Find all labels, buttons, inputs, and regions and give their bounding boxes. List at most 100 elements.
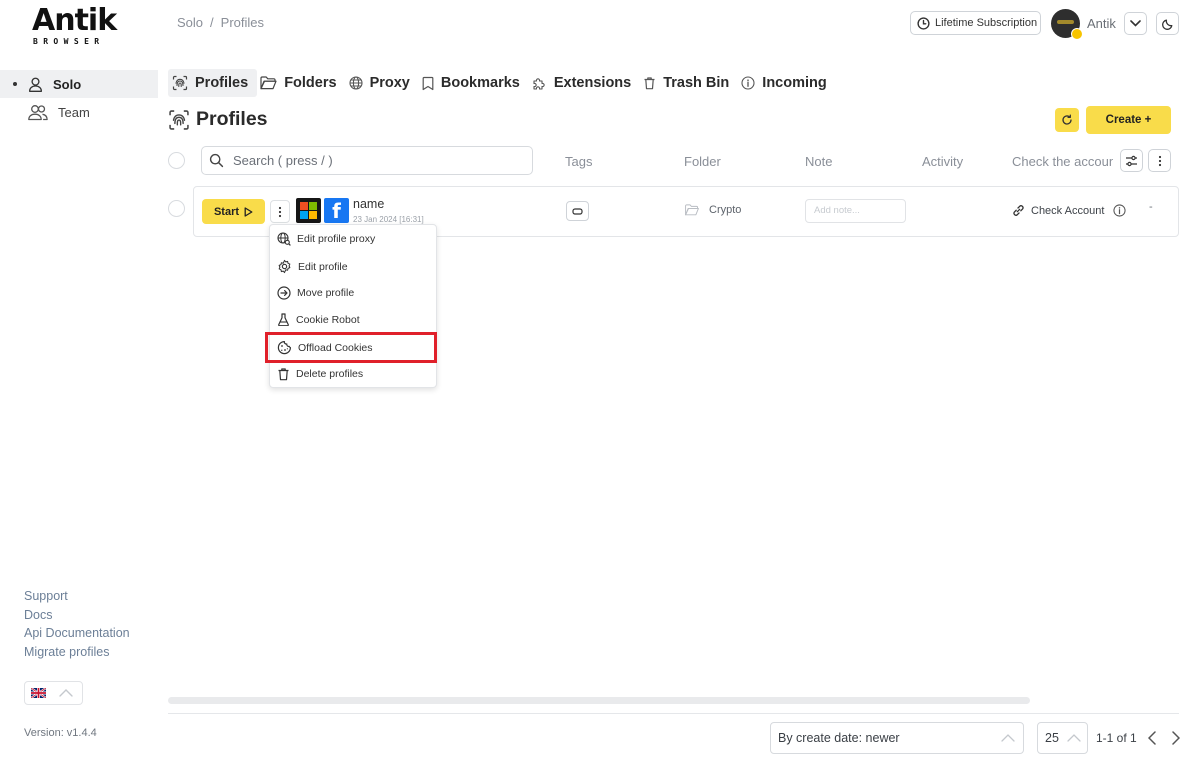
horizontal-scrollbar[interactable] (168, 697, 1030, 704)
clock-icon (917, 16, 930, 30)
menu-item-label: Move profile (297, 287, 355, 299)
profile-folder[interactable]: Crypto (684, 204, 741, 216)
menu-item-label: Edit profile (298, 260, 348, 273)
refresh-button[interactable] (1055, 108, 1079, 132)
migrate-profiles-link[interactable]: Migrate profiles (24, 643, 130, 662)
app-logo[interactable]: Antik BROWSER (32, 6, 127, 47)
highlight-annotation (265, 332, 437, 363)
column-settings-button[interactable] (1120, 149, 1143, 172)
tab-label: Profiles (195, 75, 249, 91)
column-activity: Activity (922, 154, 964, 169)
search-input[interactable]: Search ( press / ) (201, 146, 533, 175)
tab-label: Bookmarks (440, 75, 520, 91)
fingerprint-icon (168, 109, 190, 131)
next-page-button[interactable] (1169, 729, 1183, 747)
column-folder: Folder (684, 154, 721, 169)
table-more-button[interactable] (1148, 149, 1171, 172)
fingerprint-icon (172, 75, 188, 91)
sliders-icon (1125, 155, 1138, 167)
tab-label: Trash Bin (663, 75, 730, 91)
profile-created-date: 23 Jan 2024 [16:31] (353, 215, 424, 224)
link-icon (1012, 204, 1025, 217)
tab-proxy[interactable]: Proxy (346, 69, 419, 97)
bookmark-icon (422, 76, 434, 91)
row-checkbox[interactable] (168, 200, 185, 217)
sidebar-item-solo[interactable]: Solo (0, 70, 158, 98)
tab-label: Extensions (553, 75, 632, 91)
tab-label: Incoming (762, 75, 827, 91)
row-actions-button[interactable] (270, 200, 290, 223)
active-dot (13, 82, 17, 86)
add-tag-button[interactable] (566, 201, 589, 221)
menu-item-edit-profile[interactable]: Edit profile (277, 259, 348, 274)
sidebar-item-label: Team (58, 104, 90, 120)
note-input[interactable]: Add note... (805, 199, 906, 223)
tab-incoming[interactable]: Incoming (738, 69, 835, 97)
puzzle-icon (532, 76, 547, 91)
breadcrumb-separator: / (210, 15, 214, 30)
user-menu-button[interactable] (1124, 12, 1147, 35)
row-actions-menu: Edit profile proxy Edit profile Move pro… (269, 224, 437, 388)
main-tabs: Profiles Folders Proxy Bookmarks Extensi… (168, 69, 836, 97)
pagination-info: 1-1 of 1 (1096, 731, 1137, 745)
tab-extensions[interactable]: Extensions (529, 69, 640, 97)
check-account-button[interactable]: Check Account (1012, 204, 1126, 217)
start-button[interactable]: Start (202, 199, 265, 224)
docs-link[interactable]: Docs (24, 606, 130, 625)
sort-select[interactable]: By create date: newer (770, 722, 1024, 754)
globe-search-icon (277, 232, 291, 246)
menu-item-label: Delete profiles (296, 368, 364, 380)
breadcrumb-root[interactable]: Solo (177, 15, 203, 30)
tag-icon (572, 207, 583, 215)
start-label: Start (213, 205, 240, 218)
tab-label: Folders (284, 75, 337, 91)
folder-icon (684, 204, 700, 216)
subscription-button[interactable]: Lifetime Subscription (910, 11, 1041, 35)
menu-item-edit-proxy[interactable]: Edit profile proxy (277, 232, 375, 246)
support-link[interactable]: Support (24, 587, 130, 606)
facebook-icon: f (324, 198, 349, 223)
trash-icon (643, 76, 656, 90)
sort-value: By create date: newer (778, 731, 900, 745)
create-button[interactable]: Create + (1086, 106, 1171, 134)
footer-divider (168, 713, 1179, 714)
trash-icon (277, 367, 290, 381)
menu-item-delete-profiles[interactable]: Delete profiles (277, 367, 363, 381)
prev-page-button[interactable] (1145, 729, 1159, 747)
avatar[interactable] (1051, 9, 1083, 40)
per-page-value: 25 (1045, 731, 1059, 745)
menu-item-move-profile[interactable]: Move profile (277, 286, 354, 300)
user-icon (27, 76, 44, 93)
username[interactable]: Antik (1087, 16, 1116, 31)
per-page-select[interactable]: 25 (1037, 722, 1088, 754)
play-icon (244, 206, 253, 217)
windows-os-icon (296, 198, 321, 223)
language-selector[interactable] (24, 681, 83, 705)
tab-profiles[interactable]: Profiles (168, 69, 258, 97)
select-all-checkbox[interactable] (168, 152, 185, 169)
sidebar-links: Support Docs Api Documentation Migrate p… (24, 587, 130, 661)
chevron-up-icon (59, 689, 73, 697)
breadcrumb-current: Profiles (220, 15, 265, 30)
chevron-up-icon (1067, 734, 1081, 742)
flask-icon (277, 313, 290, 326)
tab-bookmarks[interactable]: Bookmarks (419, 69, 529, 97)
theme-toggle-button[interactable] (1156, 12, 1179, 35)
chevron-up-icon (1001, 734, 1015, 742)
moon-icon (1161, 18, 1174, 30)
chevron-down-icon (1130, 20, 1141, 27)
info-icon[interactable] (1113, 204, 1126, 217)
tab-folders[interactable]: Folders (257, 69, 345, 97)
page-title-text: Profiles (196, 108, 268, 130)
sidebar-item-label: Solo (53, 76, 82, 92)
chevron-left-icon (1148, 731, 1156, 745)
vertical-dots-icon (1158, 155, 1162, 167)
menu-item-cookie-robot[interactable]: Cookie Robot (277, 313, 360, 326)
api-docs-link[interactable]: Api Documentation (24, 624, 130, 643)
version-label: Version: v1.4.4 (24, 727, 97, 739)
sidebar-item-team[interactable]: Team (0, 98, 158, 126)
search-icon (209, 153, 224, 168)
profile-name[interactable]: name (353, 197, 384, 211)
chevron-right-icon (1172, 731, 1180, 745)
tab-trash-bin[interactable]: Trash Bin (640, 69, 738, 97)
